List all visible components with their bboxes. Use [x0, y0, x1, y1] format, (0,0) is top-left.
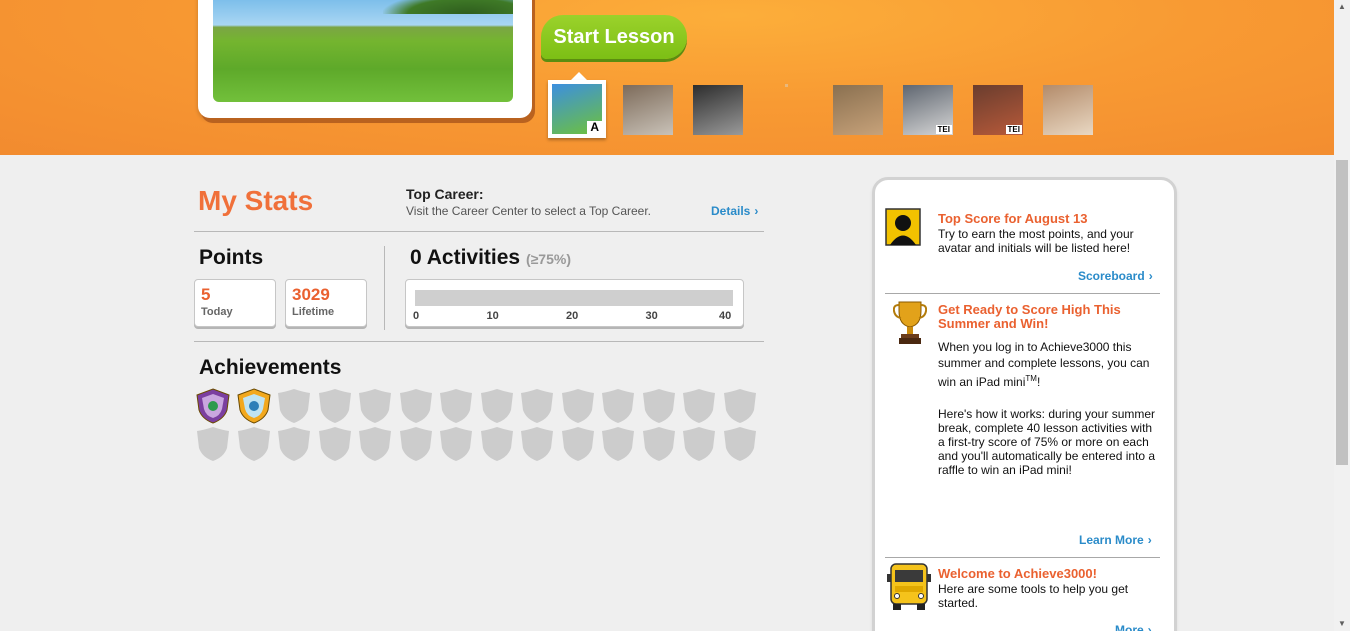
thumb-classroom[interactable]: TEI — [903, 85, 953, 135]
achievement-badge-locked[interactable] — [723, 388, 757, 424]
achievements-heading: Achievements — [199, 356, 342, 379]
avatar-icon — [885, 208, 921, 251]
achievement-badge-locked[interactable] — [318, 388, 352, 424]
divider — [194, 341, 764, 342]
lesson-photo-frame — [198, 0, 532, 118]
chevron-right-icon: › — [754, 204, 759, 218]
thumb-dot — [785, 84, 788, 87]
achievement-badge-locked[interactable] — [642, 426, 676, 462]
activities-count: 0 Activities — [410, 246, 521, 269]
scroll-down-arrow[interactable]: ▼ — [1336, 619, 1348, 628]
achievement-badge-locked[interactable] — [399, 426, 433, 462]
activities-heading: 0 Activities (≥75%) — [410, 246, 571, 270]
achievement-badge-locked[interactable] — [439, 388, 473, 424]
achievement-badge-locked[interactable] — [358, 388, 392, 424]
tei-badge: TEI — [1005, 125, 1022, 134]
achievement-badge-locked[interactable] — [399, 388, 433, 424]
divider — [885, 557, 1160, 558]
summer-contest-intro: When you log in to Achieve3000 this summ… — [938, 340, 1150, 389]
achievement-badge-locked[interactable] — [439, 426, 473, 462]
activities-tick-label: 20 — [566, 310, 579, 322]
my-stats-title: My Stats — [198, 185, 314, 216]
chevron-right-icon: › — [1147, 623, 1152, 631]
achievement-badge-locked[interactable] — [277, 426, 311, 462]
school-bus-icon — [885, 562, 933, 617]
top-score-title: Top Score for August 13 — [938, 211, 1088, 226]
achievement-badge-locked[interactable] — [682, 426, 716, 462]
achievement-badge-locked[interactable] — [642, 388, 676, 424]
learn-more-link[interactable]: Learn More › — [1079, 533, 1152, 547]
top-career-description: Visit the Career Center to select a Top … — [406, 204, 652, 218]
thumb-group[interactable]: TEI — [973, 85, 1023, 135]
lesson-hero: Start Lesson A TEI TEI — [0, 0, 1334, 155]
points-today-card: 5 Today — [194, 279, 276, 327]
thumb-bee[interactable] — [1043, 85, 1093, 135]
achievement-badge-locked[interactable] — [480, 426, 514, 462]
trophy-icon — [892, 299, 928, 354]
thumb-football[interactable] — [623, 85, 673, 135]
summer-contest-text: When you log in to Achieve3000 this summ… — [938, 339, 1158, 390]
points-lifetime-card: 3029 Lifetime — [285, 279, 367, 327]
scoreboard-link[interactable]: Scoreboard › — [1078, 269, 1153, 283]
activities-tick-label: 40 — [719, 310, 732, 322]
achievement-badge-locked[interactable] — [520, 388, 554, 424]
points-today-label: Today — [201, 306, 233, 318]
top-career-label: Top Career: — [406, 186, 484, 202]
achievement-badge-locked[interactable] — [480, 388, 514, 424]
points-today-value: 5 — [201, 285, 211, 304]
points-lifetime-label: Lifetime — [292, 306, 335, 318]
achievement-badge-locked[interactable] — [561, 426, 595, 462]
chevron-right-icon: › — [1147, 533, 1152, 547]
achievement-badge-locked[interactable] — [237, 426, 271, 462]
details-label: Details — [711, 204, 751, 218]
achievement-badge-locked[interactable] — [277, 388, 311, 424]
welcome-title: Welcome to Achieve3000! — [938, 566, 1097, 581]
trademark-mark: TM — [1025, 374, 1037, 383]
achievement-badge-earned[interactable] — [196, 388, 230, 424]
details-link[interactable]: Details › — [711, 204, 758, 218]
achievement-badge-locked[interactable] — [196, 426, 230, 462]
scrollbar-thumb[interactable] — [1336, 160, 1348, 465]
divider — [194, 231, 764, 232]
learn-more-label: Learn More — [1079, 533, 1144, 547]
achievement-badge-locked[interactable] — [318, 426, 352, 462]
start-lesson-button[interactable]: Start Lesson — [541, 15, 687, 59]
achievement-badge-locked[interactable] — [723, 426, 757, 462]
top-score-text: Try to earn the most points, and your av… — [938, 227, 1134, 255]
divider — [885, 293, 1160, 294]
activities-tick-label: 0 — [413, 310, 420, 322]
achievement-badge-locked[interactable] — [561, 388, 595, 424]
scroll-up-arrow[interactable]: ▲ — [1336, 2, 1348, 11]
achievement-badge-locked[interactable] — [358, 426, 392, 462]
welcome-text: Here are some tools to help you get star… — [938, 582, 1129, 610]
points-heading: Points — [199, 246, 264, 269]
chevron-right-icon: › — [1148, 269, 1153, 283]
summer-contest-exclamation: ! — [1036, 375, 1041, 389]
thumb-meadow[interactable]: A — [548, 80, 606, 138]
reading-level-badge: A — [587, 121, 602, 134]
achievement-badge-locked[interactable] — [520, 426, 554, 462]
activities-tick-label: 30 — [645, 310, 658, 322]
tei-badge: TEI — [935, 125, 952, 134]
achievement-badge-locked[interactable] — [601, 388, 635, 424]
points-lifetime-value: 3029 — [292, 285, 330, 304]
thumb-crowd[interactable] — [693, 85, 743, 135]
divider — [384, 246, 385, 330]
activities-threshold: (≥75%) — [525, 251, 571, 267]
activities-tick-label: 10 — [486, 310, 499, 322]
more-link[interactable]: More › — [1115, 623, 1152, 631]
summer-contest-details: Here's how it works: during your summer … — [938, 407, 1156, 477]
scoreboard-label: Scoreboard — [1078, 269, 1145, 283]
thumb-plant[interactable] — [833, 85, 883, 135]
achievement-badge-locked[interactable] — [682, 388, 716, 424]
summer-contest-title: Get Ready to Score High This Summer and … — [938, 302, 1121, 331]
activities-progress-card: 0 10 20 30 40 — [405, 279, 744, 327]
activities-progress-bar — [415, 290, 733, 306]
achievement-badge-locked[interactable] — [601, 426, 635, 462]
more-label: More — [1115, 623, 1144, 631]
achievement-badge-earned[interactable] — [236, 388, 271, 424]
lesson-photo[interactable] — [213, 0, 513, 102]
